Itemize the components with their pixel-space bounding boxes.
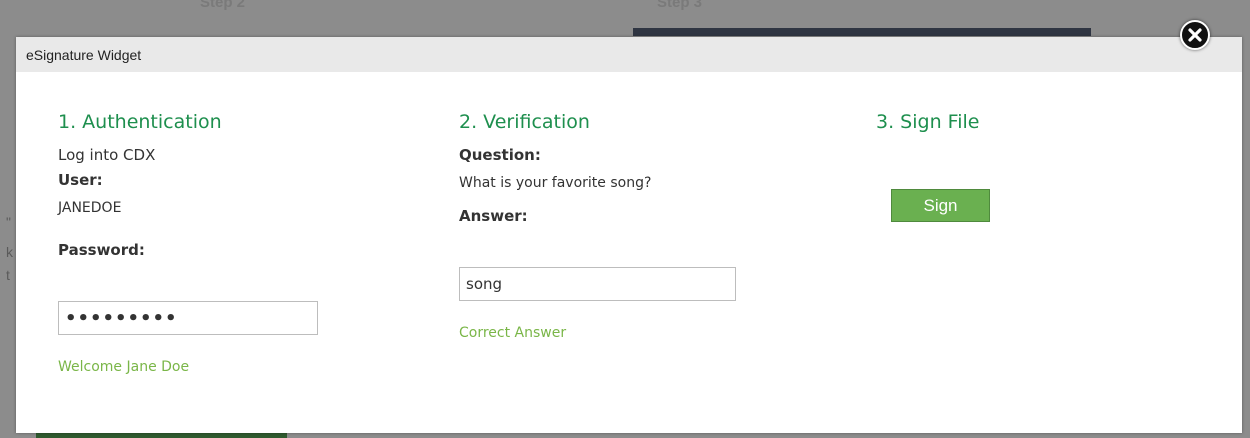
authentication-heading: 1. Authentication [58, 111, 222, 133]
background-text-fragment: k [6, 244, 13, 260]
welcome-message: Welcome Jane Doe [58, 359, 190, 375]
question-text: What is your favorite song? [459, 175, 652, 191]
login-subtitle: Log into CDX [58, 146, 156, 164]
modal-header: eSignature Widget [16, 37, 1242, 72]
user-value: JANEDOE [58, 200, 122, 216]
modal-title: eSignature Widget [26, 47, 142, 63]
background-step-2-label: Step 2 [200, 0, 246, 11]
password-field[interactable] [58, 301, 318, 335]
answer-field[interactable] [459, 267, 736, 301]
background-progress-bar [633, 28, 1091, 36]
user-label: User: [58, 171, 103, 189]
background-green-bar [36, 433, 287, 438]
background-step-3-label: Step 3 [657, 0, 703, 11]
background-text-fragment: " [6, 214, 11, 230]
password-label: Password: [58, 241, 145, 259]
close-x-icon [1188, 28, 1202, 42]
answer-label: Answer: [459, 207, 528, 225]
verification-heading: 2. Verification [459, 111, 590, 133]
question-label: Question: [459, 146, 541, 164]
sign-file-heading: 3. Sign File [876, 111, 980, 133]
sign-button[interactable]: Sign [891, 189, 990, 222]
close-button[interactable] [1180, 20, 1210, 50]
esignature-modal: eSignature Widget 1. Authentication Log … [16, 37, 1242, 433]
answer-result-message: Correct Answer [459, 325, 567, 341]
background-text-fragment: t [6, 267, 10, 283]
